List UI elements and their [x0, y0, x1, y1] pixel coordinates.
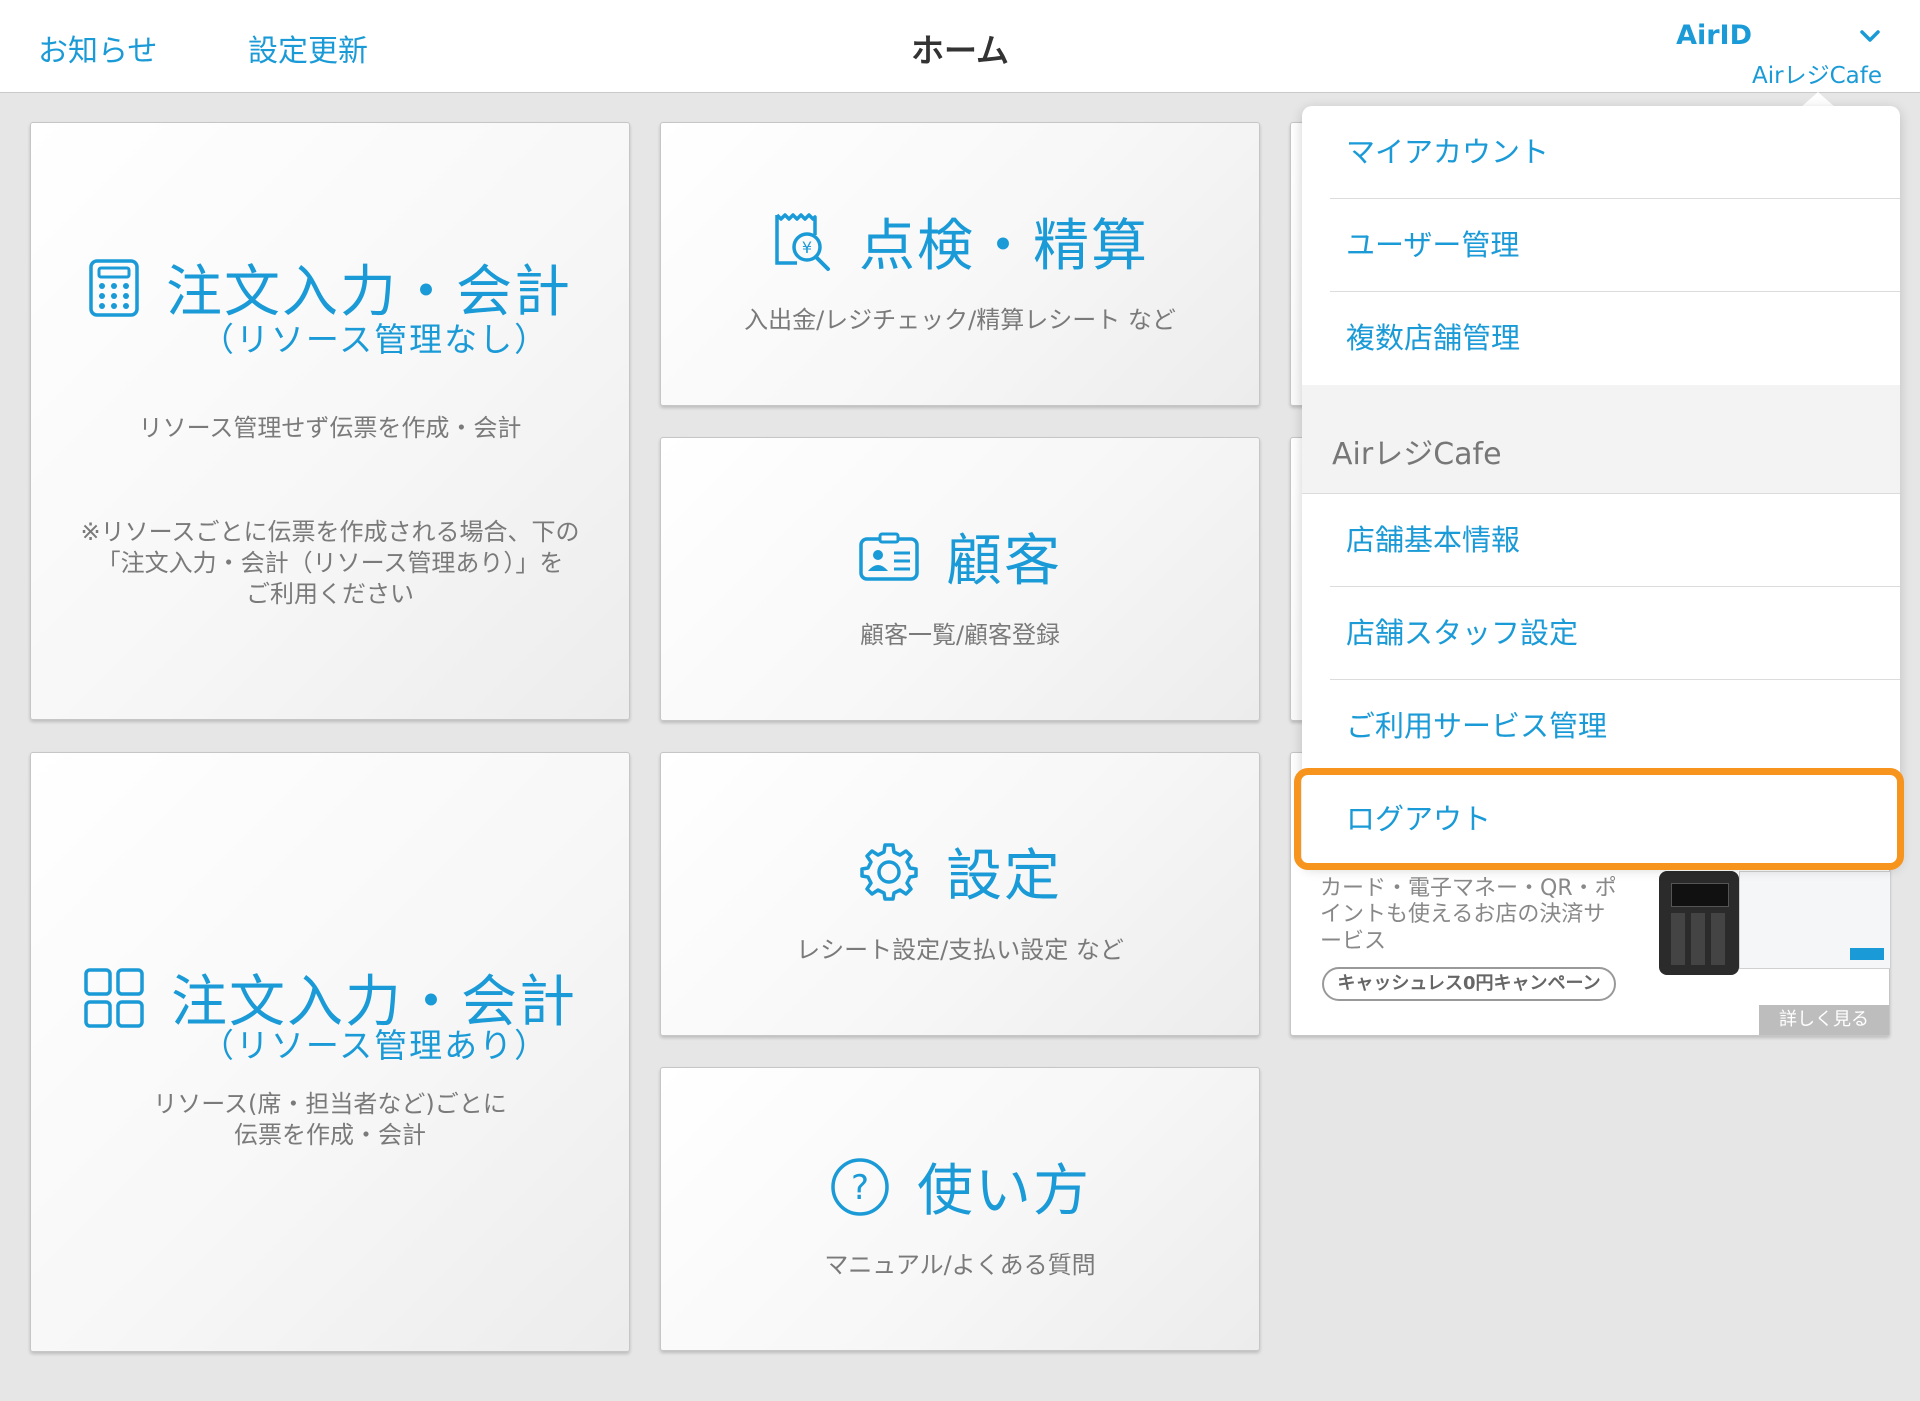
- tile-subtitle: （リソース管理なし）: [200, 320, 550, 359]
- customer-tile[interactable]: 顧客 顧客一覧/顧客登録: [660, 437, 1260, 721]
- chevron-down-icon[interactable]: [1856, 22, 1884, 50]
- tile-title: 点検・精算: [859, 214, 1149, 279]
- tile-description: マニュアル/よくある質問: [824, 1251, 1096, 1279]
- tile-note-line2: 「注文入力・会計（リソース管理あり）」を: [96, 549, 564, 577]
- gear-icon: [858, 841, 920, 903]
- card-reader-image: [1659, 871, 1739, 975]
- tablet-screen-image: [1739, 871, 1891, 969]
- menu-item-staff-settings[interactable]: 店舗スタッフ設定: [1330, 587, 1900, 680]
- tile-description: 顧客一覧/顧客登録: [859, 621, 1061, 649]
- tile-note-line3: ご利用ください: [246, 580, 414, 608]
- tile-note-line1: ※リソースごとに伝票を作成される場合、下の: [80, 518, 580, 546]
- news-link[interactable]: お知らせ: [38, 26, 157, 70]
- tile-description: リソース管理せず伝票を作成・会計: [138, 414, 522, 442]
- details-button[interactable]: 詳しく見る: [1759, 1005, 1889, 1035]
- account-dropdown-menu: マイアカウント ユーザー管理 複数店舗管理 AirレジCafe 店舗基本情報 店…: [1302, 106, 1900, 866]
- menu-item-my-account[interactable]: マイアカウント: [1330, 106, 1900, 199]
- campaign-button[interactable]: キャッシュレス0円キャンペーン: [1322, 967, 1616, 1001]
- help-icon: ?: [829, 1156, 891, 1218]
- svg-text:¥: ¥: [802, 238, 812, 257]
- tile-description-line2: 伝票を作成・会計: [234, 1121, 426, 1149]
- settings-tile[interactable]: 設定 レシート設定/支払い設定 など: [660, 752, 1260, 1036]
- menu-item-user-management[interactable]: ユーザー管理: [1330, 199, 1900, 292]
- tile-title: 顧客: [946, 529, 1062, 594]
- menu-item-service-management[interactable]: ご利用サービス管理: [1330, 680, 1900, 773]
- order-no-resource-tile[interactable]: 注文入力・会計 （リソース管理なし） リソース管理せず伝票を作成・会計 ※リソー…: [30, 122, 630, 720]
- store-section-header: AirレジCafe: [1302, 385, 1900, 494]
- howto-tile[interactable]: ? 使い方 マニュアル/よくある質問: [660, 1067, 1260, 1351]
- tile-title: 使い方: [917, 1159, 1091, 1224]
- tile-title: 設定: [946, 844, 1062, 909]
- tile-description-line1: リソース(席・担当者など)ごとに: [153, 1090, 507, 1118]
- inspection-tile[interactable]: ¥ 点検・精算 入出金/レジチェック/精算レシート など: [660, 122, 1260, 406]
- store-name[interactable]: AirレジCafe: [1752, 56, 1882, 90]
- order-with-resource-tile[interactable]: 注文入力・会計 （リソース管理あり） リソース(席・担当者など)ごとに 伝票を作…: [30, 752, 630, 1352]
- logout-highlight: [1294, 768, 1904, 870]
- settings-update-link[interactable]: 設定更新: [248, 26, 368, 70]
- tile-description: レシート設定/支払い設定 など: [796, 936, 1124, 964]
- svg-text:?: ?: [851, 1168, 869, 1208]
- menu-item-multi-store[interactable]: 複数店舗管理: [1330, 292, 1900, 384]
- tile-description: 入出金/レジチェック/精算レシート など: [744, 306, 1176, 334]
- top-bar: お知らせ 設定更新 ホーム AirID AirレジCafe: [0, 0, 1920, 93]
- tile-subtitle: （リソース管理あり）: [200, 1026, 550, 1065]
- receipt-search-icon: ¥: [771, 211, 833, 273]
- store-section-title: AirレジCafe: [1332, 437, 1502, 472]
- customer-card-icon: [858, 531, 920, 583]
- account-name[interactable]: AirID: [1676, 20, 1752, 51]
- menu-item-store-info[interactable]: 店舗基本情報: [1330, 494, 1900, 587]
- calculator-icon: [88, 258, 140, 318]
- promo-text: カード・電子マネー・QR・ポイントも使えるお店の決済サービス: [1320, 876, 1617, 954]
